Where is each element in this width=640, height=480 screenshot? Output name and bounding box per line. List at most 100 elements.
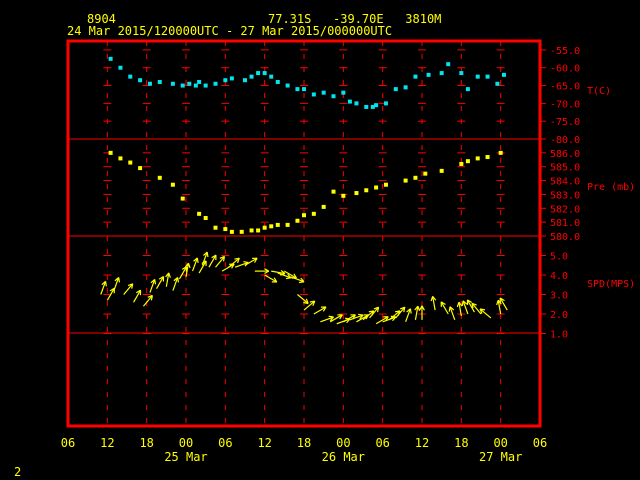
temperature-point — [495, 81, 500, 86]
wind-arrow — [123, 283, 134, 295]
temperature-point — [138, 78, 143, 83]
x-tick-label: 18 — [454, 436, 468, 450]
wind-arrow-head — [206, 252, 209, 258]
axis-tick-label: 582.0 — [550, 204, 580, 215]
axis-title: SPD(MPS) — [587, 279, 635, 290]
axis-tick-label: 583.0 — [550, 190, 580, 201]
axis-tick-label: 584.0 — [550, 177, 580, 188]
temperature-series — [108, 56, 506, 109]
wind-arrow-head — [104, 281, 107, 287]
pressure-point — [413, 175, 418, 180]
wind-arrow — [405, 308, 412, 323]
wind-arrow — [208, 254, 217, 268]
wind-arrow-head — [118, 277, 121, 283]
wind-arrow — [313, 306, 327, 315]
x-tick-label: 06 — [375, 436, 389, 450]
pressure-point — [285, 222, 290, 227]
pressure-point — [383, 182, 388, 187]
pressure-series — [108, 150, 503, 234]
x-tick-label: 12 — [415, 436, 429, 450]
axis-title: T(C) — [587, 86, 611, 97]
wind-arrow — [297, 294, 309, 305]
axis-tick-label: -60.0 — [550, 64, 580, 75]
temperature-point — [193, 83, 198, 88]
temperature-point — [403, 85, 408, 90]
pressure-point — [180, 196, 185, 201]
right-axis-labels: -55.0 -60.0 -65.0 -70.0 -75.0 -80.0 T(C) 580.0 5… — [540, 46, 635, 341]
temperature-point — [147, 81, 152, 86]
wind-arrow — [172, 276, 180, 291]
wind-arrow — [221, 263, 235, 272]
grid-ticks — [103, 41, 505, 426]
temperature-point — [170, 81, 175, 86]
x-tick-label: 12 — [257, 436, 271, 450]
temperature-point — [108, 56, 113, 61]
pressure-point — [302, 213, 306, 218]
pressure-point — [341, 193, 346, 198]
pressure-point — [223, 227, 228, 232]
x-tick-label: 00 — [493, 436, 507, 450]
x-date-label: 27 Mar — [479, 450, 522, 464]
temperature-point — [118, 65, 123, 70]
temperature-point — [321, 90, 326, 95]
temperature-point — [180, 83, 185, 88]
temperature-point — [213, 81, 218, 86]
wind-arrow — [155, 276, 165, 289]
axis-tick-label: 580.0 — [550, 232, 580, 243]
axis-tick-label: 2.0 — [550, 310, 568, 321]
temperature-point — [459, 71, 464, 76]
temperature-point — [197, 79, 202, 84]
temperature-point — [331, 94, 336, 99]
wind-arrow-head — [299, 281, 305, 284]
wind-arrow — [142, 294, 153, 307]
temperature-point — [413, 74, 418, 79]
page-number: 2 — [14, 465, 21, 479]
x-axis-labels: 06 12 18 00 06 12 18 00 06 12 18 00 06 25 Mar 26 Mar 27… — [61, 436, 547, 464]
temperature-point — [439, 71, 444, 76]
pressure-point — [213, 225, 218, 230]
pressure-point — [485, 155, 490, 160]
wind-arrow-head — [461, 300, 464, 306]
axis-tick-label: -70.0 — [550, 99, 580, 110]
temperature-point — [354, 101, 359, 106]
pressure-point — [311, 211, 316, 216]
pressure-point — [128, 160, 133, 165]
wind-arrow — [254, 268, 270, 275]
pressure-point — [423, 171, 428, 176]
temperature-point — [128, 74, 133, 79]
pressure-point — [262, 225, 267, 230]
x-tick-label: 06 — [218, 436, 232, 450]
wind-arrow — [133, 289, 142, 303]
wind-arrow-head — [496, 300, 499, 306]
temperature-point — [501, 72, 506, 77]
temperature-point — [229, 76, 234, 81]
temperature-point — [269, 74, 274, 79]
temperature-point — [295, 87, 300, 92]
wind-arrow-head — [456, 301, 460, 308]
pressure-point — [498, 150, 503, 155]
wind-arrow-head — [328, 315, 334, 318]
wind-arrow — [149, 278, 157, 293]
wind-arrow — [440, 301, 449, 315]
temperature-point — [302, 87, 306, 92]
pressure-point — [295, 218, 300, 223]
pressure-point — [321, 204, 326, 209]
x-tick-label: 06 — [61, 436, 75, 450]
pressure-point — [275, 222, 280, 227]
temperature-point — [446, 62, 451, 67]
axis-tick-label: 586.0 — [550, 149, 580, 160]
wind-arrow — [471, 302, 482, 315]
wind-arrow — [100, 280, 107, 295]
pressure-point — [465, 159, 470, 164]
pressure-point — [157, 175, 162, 180]
axis-tick-label: 4.0 — [550, 271, 568, 282]
axis-tick-label: 581.0 — [550, 218, 580, 229]
pressure-point — [374, 185, 379, 190]
x-date-label: 26 Mar — [322, 450, 365, 464]
wind-arrow — [264, 274, 278, 283]
pressure-point — [439, 168, 444, 173]
temperature-point — [341, 90, 346, 95]
temperature-point — [249, 74, 254, 79]
wind-arrow — [466, 299, 475, 313]
x-tick-label: 00 — [336, 436, 350, 450]
